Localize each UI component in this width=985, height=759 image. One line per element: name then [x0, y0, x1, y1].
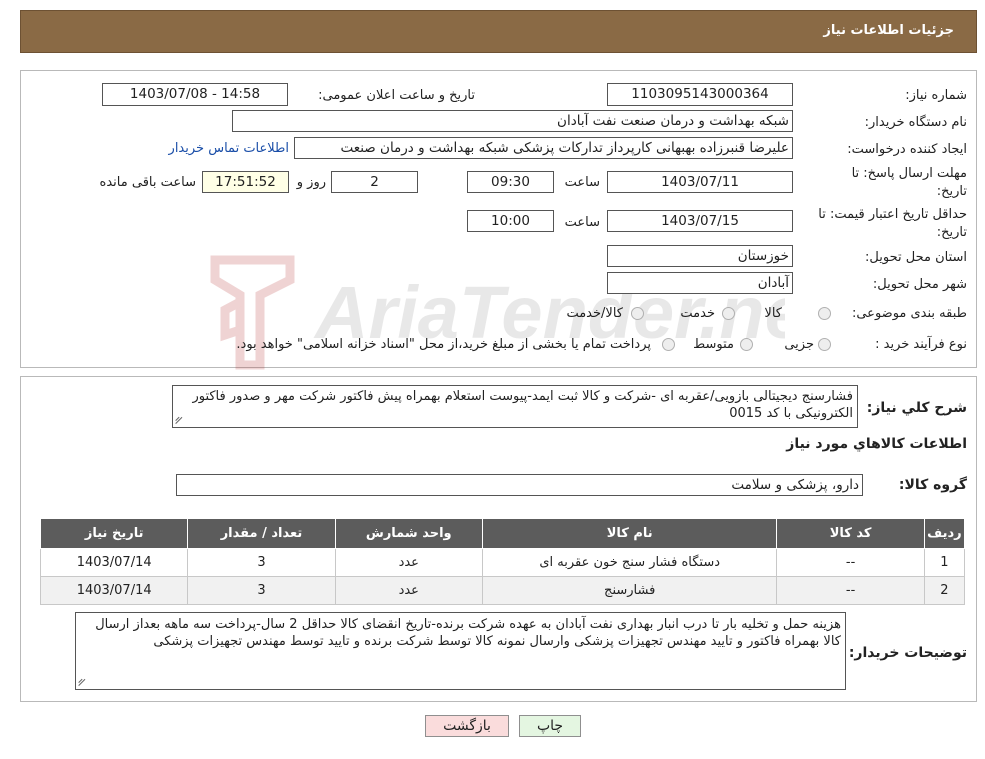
delivery-province-field: خوزستان: [607, 245, 793, 267]
goods-group-field: دارو، پزشکی و سلامت: [176, 474, 863, 496]
deadline-time-field: 09:30: [467, 171, 554, 193]
col-unit: واحد شمارش: [334, 518, 483, 549]
category-option-goods-service: کالا/خدمت: [566, 306, 623, 321]
price-validity-time-field: 10:00: [467, 210, 554, 232]
process-radio-minor[interactable]: [818, 338, 831, 351]
buyer-contact-link[interactable]: اطلاعات تماس خریدار: [169, 141, 289, 156]
cell-quantity: 3: [187, 548, 336, 577]
col-row-number: ردیف: [923, 518, 966, 549]
page-title: جزئیات اطلاعات نیاز: [823, 23, 954, 38]
category-option-service: خدمت: [680, 306, 715, 321]
delivery-city-field: آبادان: [607, 272, 793, 294]
resize-grip-icon[interactable]: [78, 677, 88, 687]
cell-need-date: 1403/07/14: [39, 576, 189, 605]
deadline-time-label: ساعت: [564, 175, 600, 190]
category-radio-goods[interactable]: [818, 307, 831, 320]
goods-info-title: اطلاعات کالاهاي مورد نياز: [786, 436, 967, 452]
cell-row-number: 1: [923, 548, 966, 577]
need-number-field: 1103095143000364: [607, 83, 793, 106]
category-option-goods: کالا: [764, 306, 782, 321]
price-validity-label-line1: حداقل تاریخ اعتبار قیمت: تا: [818, 207, 967, 222]
subject-category-label: طبقه بندی موضوعی:: [851, 306, 967, 321]
purchase-process-label: نوع فرآیند خرید :: [875, 337, 967, 352]
cell-row-number: 2: [923, 576, 966, 605]
buyer-notes-field[interactable]: هزینه حمل و تخلیه بار تا درب انبار بهدار…: [75, 612, 846, 690]
announce-datetime-label: تاریخ و ساعت اعلان عمومی:: [318, 88, 475, 103]
buyer-notes-text: هزینه حمل و تخلیه بار تا درب انبار بهدار…: [95, 617, 841, 649]
goods-group-label: گروه کالا:: [898, 477, 967, 493]
resize-grip-icon[interactable]: [175, 415, 185, 425]
goods-table-header: ردیف کد کالا نام کالا واحد شمارش تعداد /…: [39, 518, 966, 549]
col-goods-code: کد کالا: [776, 518, 925, 549]
deadline-label-line2: تاریخ:: [936, 184, 967, 199]
cell-unit: عدد: [334, 548, 483, 577]
back-button[interactable]: بازگشت: [425, 715, 509, 737]
cell-goods-code: --: [776, 548, 925, 577]
category-radio-goods-service[interactable]: [631, 307, 644, 320]
request-creator-field: علیرضا قنبرزاده بهبهانی کارپرداز تدارکات…: [294, 137, 793, 159]
col-quantity: تعداد / مقدار: [187, 518, 336, 549]
col-need-date: تاریخ نیاز: [39, 518, 189, 549]
treasury-payment-note: پرداخت تمام یا بخشی از مبلغ خرید،از محل …: [236, 337, 651, 352]
process-option-minor: جزیی: [784, 337, 814, 352]
price-validity-label-line2: تاریخ:: [936, 225, 967, 240]
general-description-text: فشارسنج دیجیتالی بازویی/عقربه ای -شرکت و…: [192, 389, 853, 421]
page-header: جزئیات اطلاعات نیاز: [20, 10, 977, 53]
request-creator-label: ایجاد کننده درخواست:: [847, 142, 967, 157]
price-validity-date-field: 1403/07/15: [607, 210, 793, 232]
days-remaining-field: 2: [331, 171, 418, 193]
remaining-time-label: ساعت باقی مانده: [99, 175, 196, 190]
need-number-label: شماره نیاز:: [905, 88, 967, 103]
general-description-label: شرح کلي نياز:: [866, 400, 967, 416]
price-validity-time-label: ساعت: [564, 215, 600, 230]
cell-goods-name: فشارسنج: [481, 576, 778, 605]
deadline-date-field: 1403/07/11: [607, 171, 793, 193]
buyer-org-label: نام دستگاه خریدار:: [864, 115, 967, 130]
print-button[interactable]: چاپ: [519, 715, 581, 737]
buyer-notes-label: توضیحات خریدار:: [848, 645, 967, 661]
table-row: 2 -- فشارسنج عدد 3 1403/07/14: [39, 576, 966, 605]
cell-goods-code: --: [776, 576, 925, 605]
col-goods-name: نام کالا: [481, 518, 778, 549]
buyer-org-field: شبکه بهداشت و درمان صنعت نفت آبادان: [232, 110, 793, 132]
process-option-medium: متوسط: [693, 337, 734, 352]
cell-goods-name: دستگاه فشار سنج خون عقربه ای: [481, 548, 778, 577]
process-radio-treasury[interactable]: [662, 338, 675, 351]
process-radio-medium[interactable]: [740, 338, 753, 351]
cell-unit: عدد: [334, 576, 483, 605]
cell-need-date: 1403/07/14: [39, 548, 189, 577]
announce-datetime-field: 1403/07/08 - 14:58: [102, 83, 288, 106]
delivery-province-label: استان محل تحویل:: [865, 250, 967, 265]
goods-table: ردیف کد کالا نام کالا واحد شمارش تعداد /…: [39, 518, 966, 605]
table-row: 1 -- دستگاه فشار سنج خون عقربه ای عدد 3 …: [39, 548, 966, 577]
category-radio-service[interactable]: [722, 307, 735, 320]
general-description-field[interactable]: فشارسنج دیجیتالی بازویی/عقربه ای -شرکت و…: [172, 385, 858, 428]
delivery-city-label: شهر محل تحویل:: [872, 277, 967, 292]
remaining-time-field: 17:51:52: [202, 171, 289, 193]
cell-quantity: 3: [187, 576, 336, 605]
days-label: روز و: [296, 175, 326, 190]
deadline-label-line1: مهلت ارسال پاسخ: تا: [851, 166, 967, 181]
